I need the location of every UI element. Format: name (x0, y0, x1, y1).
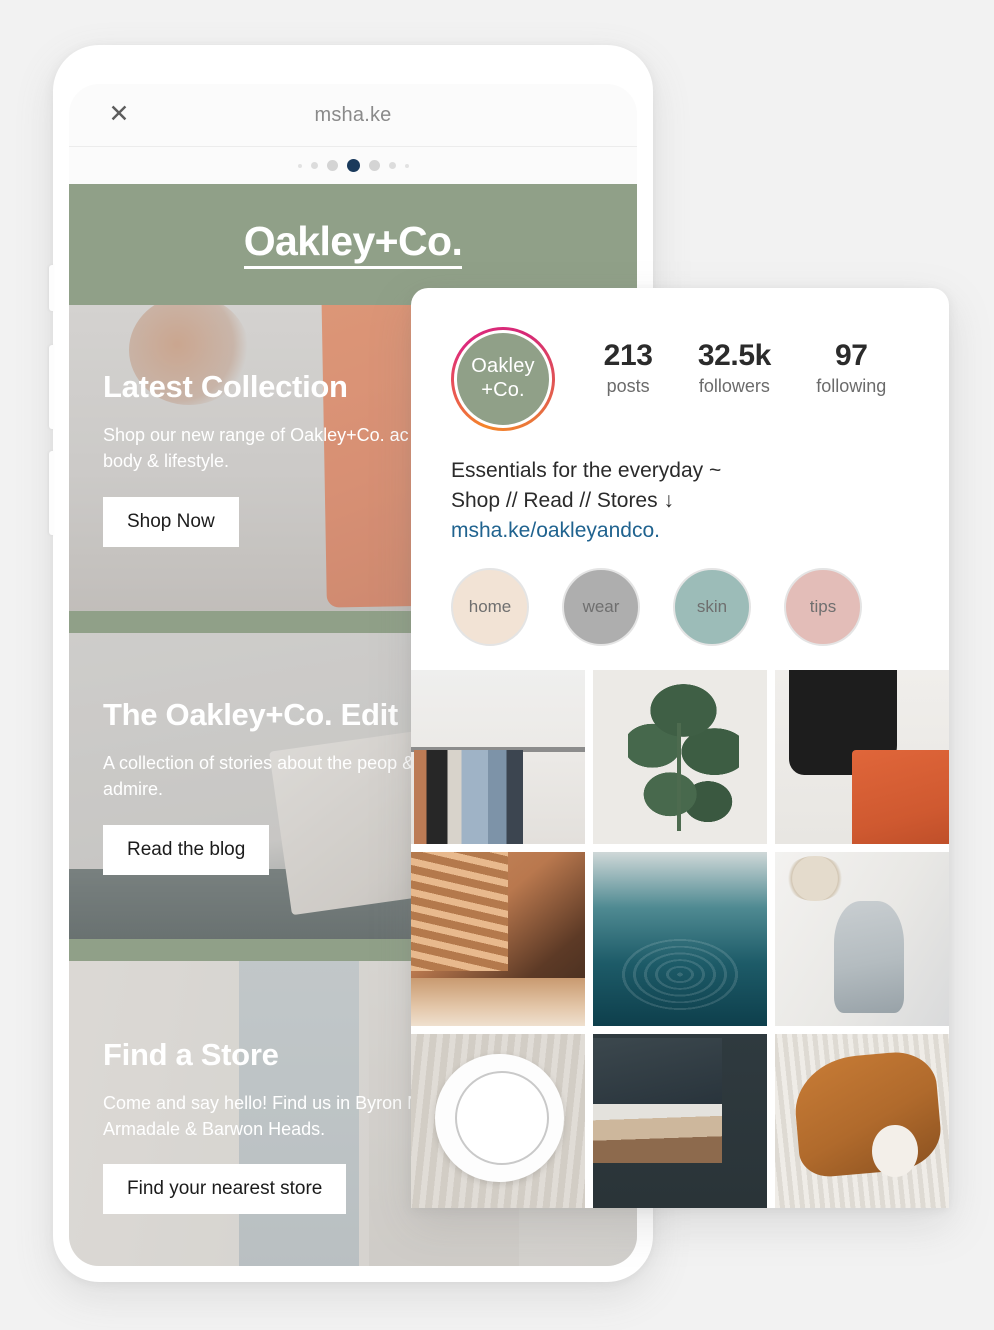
grid-photo-6[interactable] (775, 852, 949, 1027)
profile-stats: 213 posts 32.5k followers 97 following (555, 327, 909, 397)
stat-label: followers (698, 376, 770, 396)
folded-textiles-on-dark-background-image (593, 1034, 767, 1208)
grid-photo-8[interactable] (593, 1034, 767, 1208)
page-dot-3[interactable] (326, 160, 338, 171)
story-ring[interactable]: Oakley +Co. (451, 327, 555, 431)
stat-following[interactable]: 97 following (816, 339, 886, 397)
avatar-line-1: Oakley (471, 355, 535, 378)
site-brand-header: Oakley+Co. (69, 184, 637, 305)
stat-label: posts (606, 376, 650, 396)
highlight-label: tips (784, 568, 862, 647)
grid-photo-5[interactable] (593, 852, 767, 1027)
highlight-label: home (451, 568, 529, 647)
phone-mute-button[interactable] (49, 265, 54, 311)
page-dot-1[interactable] (297, 163, 302, 168)
bio-line-2: Shop // Read // Stores ↓ (451, 488, 674, 512)
grid-photo-3[interactable] (775, 670, 949, 845)
person-holding-orange-tote-bag-image (775, 670, 949, 845)
dark-teal-water-ripples-image (593, 852, 767, 1027)
stat-label: following (816, 376, 887, 396)
close-icon[interactable]: ✕ (107, 102, 131, 127)
shop-now-button[interactable]: Shop Now (103, 496, 239, 547)
highlight-label: wear (562, 568, 640, 647)
sunlit-bedroom-with-blinds-image (411, 852, 585, 1027)
highlight-label: skin (673, 568, 751, 647)
phone-volume-down-button[interactable] (49, 451, 54, 535)
profile-bio: Essentials for the everyday ~ Shop // Re… (411, 431, 949, 545)
browser-toolbar: ✕ msha.ke (69, 84, 637, 147)
page-title: Oakley+Co. (243, 219, 463, 270)
page-dot-4-active[interactable] (346, 159, 360, 172)
stat-posts[interactable]: 213 posts (604, 339, 653, 397)
grid-photo-4[interactable] (411, 852, 585, 1027)
phone-volume-up-button[interactable] (49, 345, 54, 429)
stat-value: 213 (603, 339, 653, 372)
bio-link[interactable]: msha.ke/oakleyandco. (451, 516, 909, 546)
avatar-line-2: +Co. (481, 379, 525, 401)
instagram-profile-card: Oakley +Co. 213 posts 32.5k followers 97… (411, 288, 949, 1208)
photo-grid (411, 670, 949, 1208)
profile-header: Oakley +Co. 213 posts 32.5k followers 97… (411, 288, 949, 431)
screenshot-canvas: ✕ msha.ke Oakley+Co. Latest Collection S… (0, 0, 994, 1330)
find-nearest-store-button[interactable]: Find your nearest store (103, 1164, 347, 1215)
clothing-rack-with-hat-image (411, 670, 585, 845)
highlight-wear[interactable]: wear (562, 568, 640, 647)
stat-value: 32.5k (697, 339, 771, 372)
brown-dog-resting-on-bed-image (775, 1034, 949, 1208)
linen-robe-on-white-wall-image (775, 852, 949, 1027)
grid-photo-2[interactable] (593, 670, 767, 845)
rubber-plant-leaves-image (593, 670, 767, 845)
grid-photo-7[interactable] (411, 1034, 585, 1208)
page-dot-7[interactable] (404, 163, 409, 168)
page-dot-6[interactable] (388, 162, 396, 169)
story-highlights: home wear skin tips (411, 545, 949, 670)
highlight-tips[interactable]: tips (784, 568, 862, 647)
white-plates-on-linen-image (411, 1034, 585, 1208)
grid-photo-9[interactable] (775, 1034, 949, 1208)
read-the-blog-button[interactable]: Read the blog (103, 824, 270, 875)
highlight-home[interactable]: home (451, 568, 529, 647)
page-dot-2[interactable] (310, 162, 318, 169)
stat-value: 97 (834, 339, 868, 372)
grid-photo-1[interactable] (411, 670, 585, 845)
bio-line-1: Essentials for the everyday ~ (451, 459, 722, 482)
stat-followers[interactable]: 32.5k followers (698, 339, 771, 397)
page-indicator-dots (69, 147, 637, 184)
avatar[interactable]: Oakley +Co. (454, 330, 552, 428)
browser-url-text[interactable]: msha.ke (69, 104, 637, 127)
page-dot-5[interactable] (368, 160, 380, 171)
highlight-skin[interactable]: skin (673, 568, 751, 647)
